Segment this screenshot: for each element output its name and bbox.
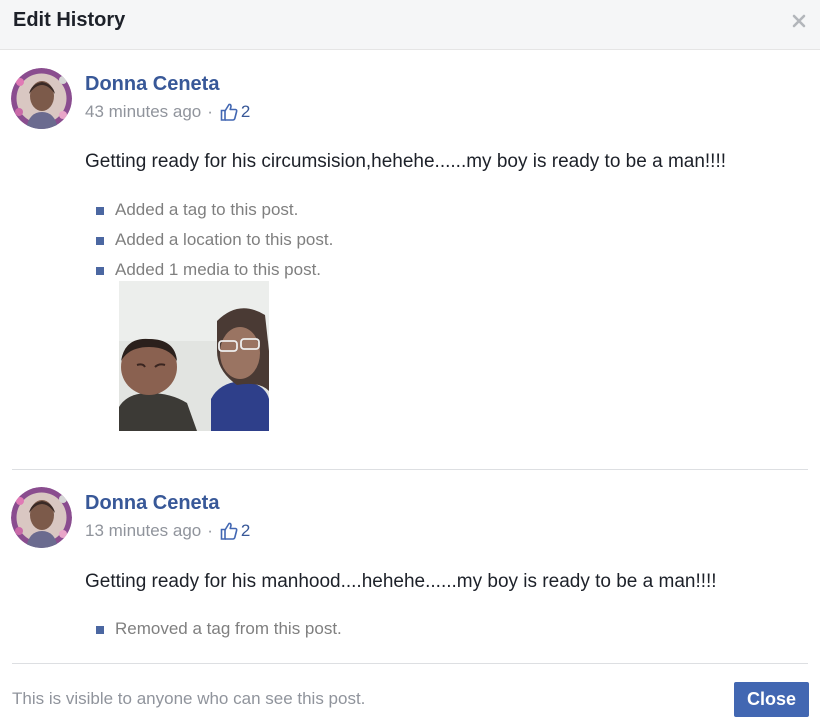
thumbs-up-icon (220, 522, 238, 540)
like-count[interactable]: 2 (219, 521, 250, 541)
footer-divider (12, 663, 808, 664)
close-button[interactable]: Close (734, 682, 809, 717)
change-item: Removed a tag from this post. (96, 618, 342, 648)
bullet-icon (96, 267, 104, 275)
change-list: Added a tag to this post. Added a locati… (96, 199, 333, 289)
bullet-icon (96, 207, 104, 215)
separator: · (207, 102, 213, 121)
visibility-note: This is visible to anyone who can see th… (12, 689, 366, 708)
change-list: Removed a tag from this post. (96, 618, 342, 648)
post-text: Getting ready for his manhood....hehehe.… (85, 571, 717, 592)
author-name[interactable]: Donna Ceneta (85, 492, 219, 515)
entry-divider (12, 469, 808, 470)
bullet-icon (96, 626, 104, 634)
media-thumbnail[interactable] (119, 281, 269, 431)
like-count-value: 2 (240, 521, 251, 540)
separator: · (207, 521, 213, 540)
avatar[interactable] (11, 487, 72, 548)
dialog-header: Edit History (0, 0, 820, 50)
entry-meta: 43 minutes ago · 2 (85, 102, 250, 122)
avatar[interactable] (11, 68, 72, 129)
thumbs-up-icon (220, 103, 238, 121)
dialog-title: Edit History (13, 9, 126, 31)
timestamp[interactable]: 13 minutes ago (85, 521, 201, 541)
entry-meta: 13 minutes ago · 2 (85, 521, 250, 541)
like-count-value: 2 (240, 102, 251, 121)
timestamp[interactable]: 43 minutes ago (85, 102, 201, 122)
post-text: Getting ready for his circumsision,heheh… (85, 151, 727, 172)
like-count[interactable]: 2 (219, 102, 250, 122)
bullet-icon (96, 237, 104, 245)
change-item: Added a location to this post. (96, 229, 333, 259)
author-name[interactable]: Donna Ceneta (85, 73, 219, 96)
close-icon[interactable] (788, 10, 810, 32)
change-item: Added a tag to this post. (96, 199, 333, 229)
